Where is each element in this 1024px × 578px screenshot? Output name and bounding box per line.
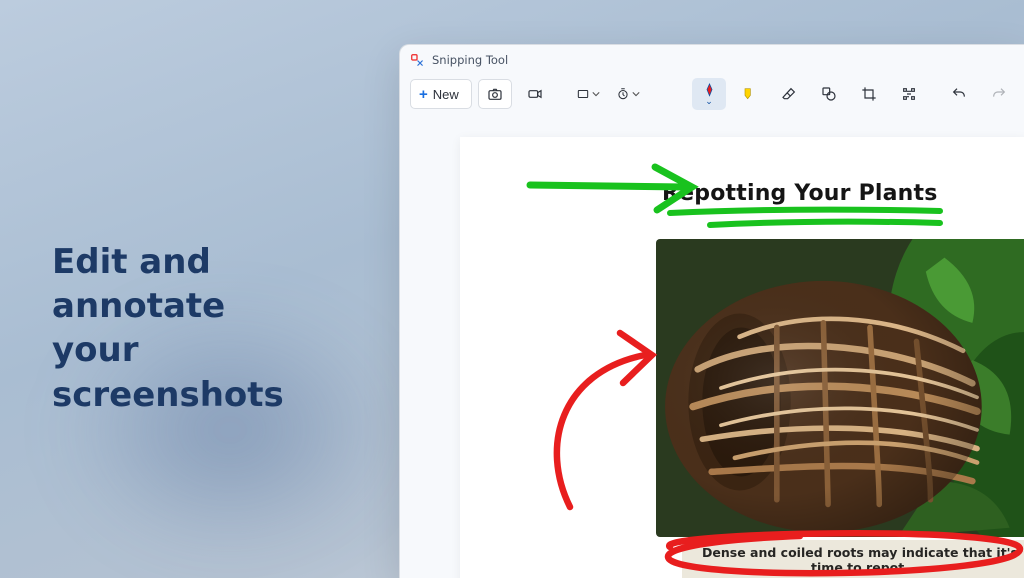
highlighter-icon — [741, 86, 757, 102]
crop-icon — [861, 86, 877, 102]
chevron-down-icon: ⌄ — [705, 97, 713, 106]
green-underline-annotation — [670, 210, 940, 225]
promo-headline-line1: Edit and annotate — [52, 242, 225, 326]
new-button-label: New — [433, 87, 459, 102]
undo-button[interactable] — [942, 79, 976, 109]
pen-tool-button[interactable]: ⌄ — [692, 78, 726, 110]
delay-dropdown[interactable] — [610, 79, 644, 109]
undo-icon — [951, 86, 967, 102]
promo-headline-line2: your screenshots — [52, 330, 284, 414]
document-photo — [656, 239, 1024, 537]
video-mode-button[interactable] — [518, 79, 552, 109]
document-caption: Dense and coiled roots may indicate that… — [682, 540, 1024, 578]
document-heading: Repotting Your Plants — [662, 181, 938, 206]
red-arrow-annotation — [557, 333, 652, 507]
snip-mode-dropdown[interactable] — [570, 79, 604, 109]
snipping-tool-window: Snipping Tool + New — [399, 44, 1024, 578]
video-icon — [527, 86, 543, 102]
text-extract-button[interactable] — [892, 79, 926, 109]
new-button[interactable]: + New — [410, 79, 472, 109]
editor-canvas[interactable]: Repotting Your Plants — [400, 115, 1024, 578]
text-extract-icon — [901, 86, 917, 102]
eraser-tool-button[interactable] — [772, 79, 806, 109]
promo-headline: Edit and annotate your screenshots — [52, 240, 372, 417]
redo-button[interactable] — [982, 79, 1016, 109]
plus-icon: + — [419, 87, 428, 102]
redo-icon — [991, 86, 1007, 102]
chevron-down-icon — [592, 90, 600, 98]
rect-mode-icon — [576, 87, 590, 101]
camera-mode-button[interactable] — [478, 79, 512, 109]
crop-tool-button[interactable] — [852, 79, 886, 109]
timer-icon — [616, 87, 630, 101]
app-icon — [410, 53, 424, 67]
toolbar: + New — [400, 73, 1024, 115]
app-title: Snipping Tool — [432, 53, 508, 67]
shapes-icon — [821, 86, 837, 102]
camera-icon — [487, 86, 503, 102]
chevron-down-icon — [632, 90, 640, 98]
shapes-tool-button[interactable] — [812, 79, 846, 109]
pen-icon — [702, 82, 717, 97]
highlighter-tool-button[interactable] — [732, 79, 766, 109]
titlebar: Snipping Tool — [400, 45, 1024, 73]
captured-document: Repotting Your Plants — [460, 137, 1024, 578]
eraser-icon — [781, 86, 797, 102]
